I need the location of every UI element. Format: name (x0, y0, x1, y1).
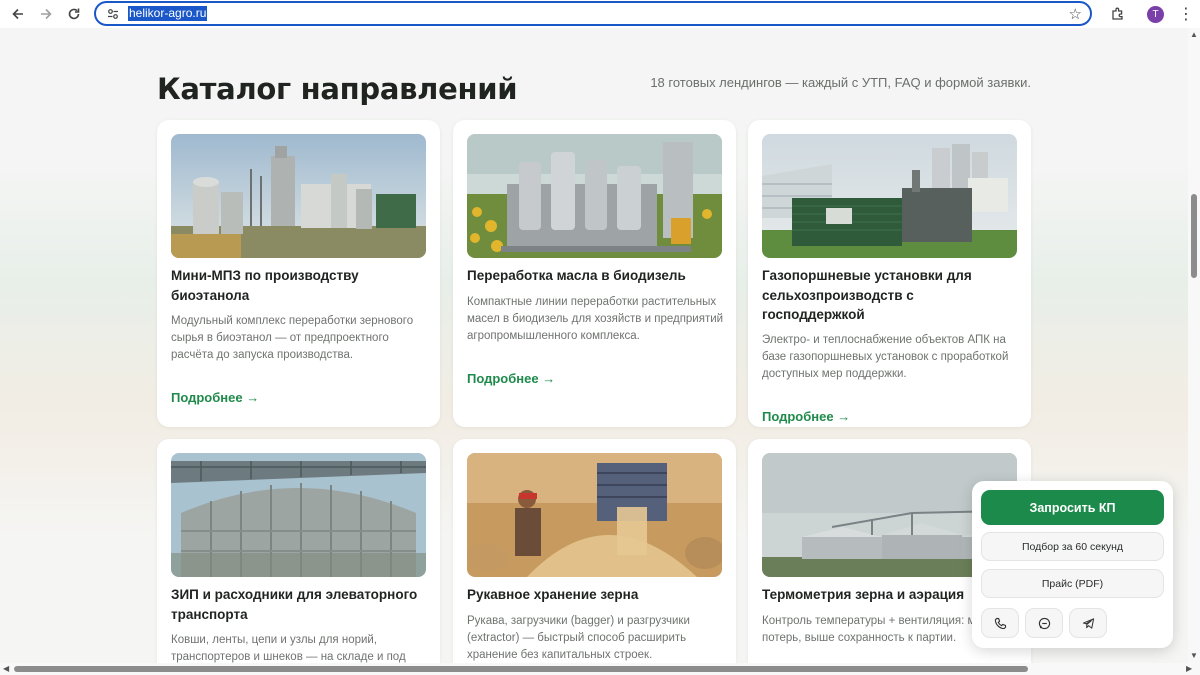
forward-icon[interactable] (32, 0, 60, 28)
biodiesel-plant-image (467, 134, 722, 258)
scroll-up-arrow-icon[interactable]: ▲ (1190, 30, 1198, 39)
floating-action-panel: Запросить КП Подбор за 60 секунд Прайс (… (972, 481, 1173, 648)
card-description: Электро- и теплоснабжение объектов АПК н… (762, 334, 1009, 380)
card-title[interactable]: Рукавное хранение зерна (467, 585, 725, 605)
gas-piston-plant-image (762, 134, 1017, 258)
grain-bag-storage-image (467, 453, 722, 577)
card-title[interactable]: Газопоршневые установки для сельхозпроиз… (762, 266, 1020, 325)
catalog-card[interactable]: Рукавное хранение зерна Рукава, загрузчи… (453, 439, 736, 663)
menu-kebab-icon[interactable]: ⋮ (1176, 4, 1196, 24)
scroll-left-arrow-icon[interactable]: ◀ (3, 664, 9, 673)
url-text[interactable]: helikor-agro.ru (128, 6, 208, 21)
vertical-scroll-thumb[interactable] (1191, 194, 1197, 278)
catalog-card[interactable]: Переработка масла в биодизель Компактные… (453, 120, 736, 427)
extensions-icon[interactable] (1105, 1, 1131, 27)
request-quote-button[interactable]: Запросить КП (981, 490, 1164, 525)
catalog-title: Каталог направлений (157, 72, 518, 106)
profile-avatar[interactable]: T (1147, 5, 1164, 23)
bioethanol-plant-image (171, 134, 426, 258)
quick-selection-button[interactable]: Подбор за 60 секунд (981, 532, 1164, 561)
catalog-card[interactable]: Газопоршневые установки для сельхозпроиз… (748, 120, 1031, 427)
bookmark-star-icon[interactable]: ☆ (1069, 5, 1082, 23)
catalog-subtitle: 18 готовых лендингов — каждый с УТП, FAQ… (650, 75, 1031, 90)
address-bar[interactable]: helikor-agro.ru ☆ (94, 1, 1092, 26)
catalog-card[interactable]: ЗИП и расходники для элеваторного трансп… (157, 439, 440, 663)
phone-icon[interactable] (981, 608, 1019, 638)
card-description: Рукава, загрузчики (bagger) и разгрузчик… (467, 615, 690, 661)
site-settings-icon[interactable] (102, 8, 124, 20)
catalog-card[interactable]: Мини-МПЗ по производству биоэтанола Моду… (157, 120, 440, 427)
reload-icon[interactable] (60, 0, 88, 28)
browser-toolbar: helikor-agro.ru ☆ T ⋮ (0, 0, 1200, 28)
card-title[interactable]: ЗИП и расходники для элеваторного трансп… (171, 585, 429, 624)
elevator-silo-image (171, 453, 426, 577)
card-title[interactable]: Переработка масла в биодизель (467, 266, 725, 286)
card-description: Модульный комплекс переработки зернового… (171, 315, 414, 361)
card-more-link[interactable]: Подробнее → (762, 409, 850, 424)
card-more-link[interactable]: Подробнее → (171, 390, 259, 405)
telegram-icon[interactable] (1069, 608, 1107, 638)
scroll-right-arrow-icon[interactable]: ▶ (1186, 664, 1192, 673)
horizontal-scrollbar[interactable]: ◀ ▶ (0, 663, 1200, 675)
card-more-link[interactable]: Подробнее → (467, 371, 555, 386)
scroll-down-arrow-icon[interactable]: ▼ (1190, 651, 1198, 660)
horizontal-scroll-thumb[interactable] (14, 666, 1028, 672)
vertical-scrollbar[interactable]: ▲ ▼ (1188, 28, 1200, 663)
card-description: Компактные линии переработки растительны… (467, 296, 724, 342)
card-description: Ковши, ленты, цепи и узлы для норий, тра… (171, 634, 406, 663)
card-title[interactable]: Мини-МПЗ по производству биоэтанола (171, 266, 429, 305)
chat-icon[interactable] (1025, 608, 1063, 638)
price-list-button[interactable]: Прайс (PDF) (981, 569, 1164, 598)
back-icon[interactable] (4, 0, 32, 28)
